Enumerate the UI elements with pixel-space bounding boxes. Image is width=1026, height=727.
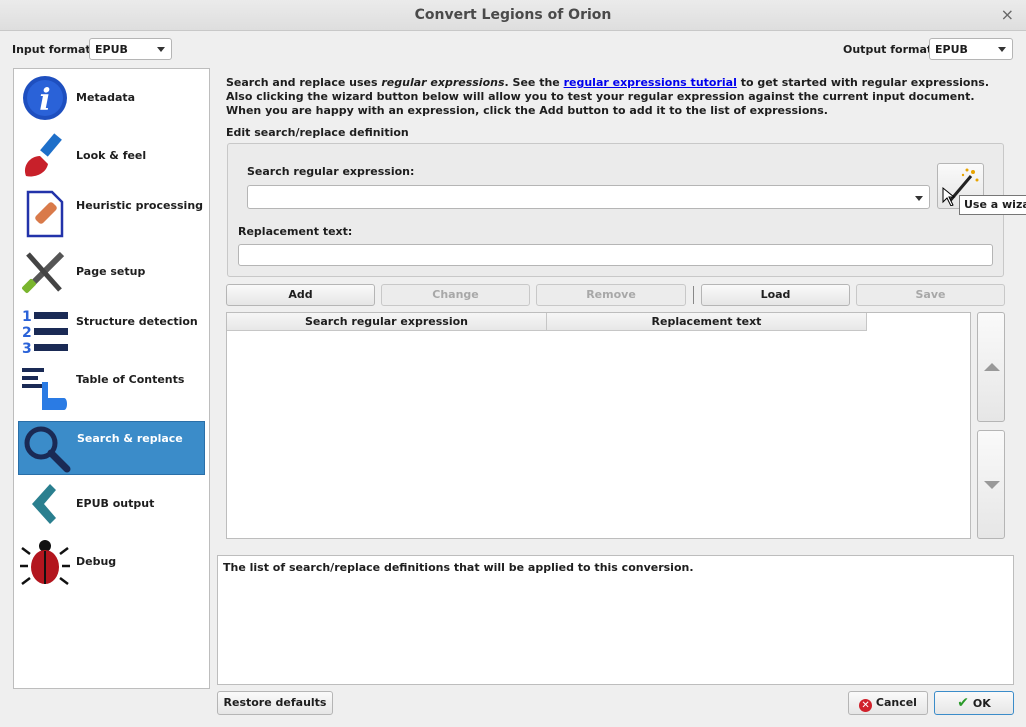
arrow-down-icon xyxy=(984,481,1000,489)
sidebar-item-label: Metadata xyxy=(76,91,136,104)
tools-icon xyxy=(22,251,65,293)
svg-text:i: i xyxy=(39,83,50,118)
output-format-select[interactable]: EPUB xyxy=(929,38,1013,60)
column-header-search[interactable]: Search regular expression xyxy=(227,313,547,331)
sidebar-item-look-and-feel[interactable]: Look & feel xyxy=(18,129,205,183)
change-button[interactable]: Change xyxy=(381,284,530,306)
search-regex-label: Search regular expression: xyxy=(247,165,415,178)
sidebar-item-heuristic-processing[interactable]: Heuristic processing xyxy=(18,187,205,241)
svg-text:2: 2 xyxy=(22,325,32,341)
regex-tutorial-link[interactable]: regular expressions tutorial xyxy=(564,76,737,89)
info-icon: i xyxy=(23,76,67,120)
edit-group-title: Edit search/replace definition xyxy=(226,126,409,139)
chevron-down-icon[interactable] xyxy=(915,196,923,201)
bandage-icon xyxy=(26,190,64,238)
input-format-value: EPUB xyxy=(95,43,128,56)
wizard-tooltip: Use a wizard xyxy=(959,195,1026,215)
cancel-icon: ✕ xyxy=(859,699,873,712)
search-regex-input[interactable] xyxy=(247,185,930,209)
remove-button[interactable]: Remove xyxy=(536,284,686,306)
output-format-value: EPUB xyxy=(935,43,968,56)
toolbar-separator xyxy=(693,286,694,304)
definitions-table[interactable]: Search regular expression Replacement te… xyxy=(226,312,971,539)
restore-defaults-button[interactable]: Restore defaults xyxy=(217,691,333,715)
window-title: Convert Legions of Orion xyxy=(414,7,612,23)
replacement-text-input[interactable] xyxy=(238,244,993,266)
svg-text:1: 1 xyxy=(22,309,32,325)
sidebar-item-label: Heuristic processing xyxy=(76,199,204,212)
column-header-replacement[interactable]: Replacement text xyxy=(547,313,867,331)
sidebar-item-label: Debug xyxy=(76,555,117,568)
numbered-list-icon: 1 2 3 xyxy=(22,309,68,354)
sidebar-item-search-replace[interactable]: Search & replace xyxy=(18,421,205,475)
checkmark-icon: ✔ xyxy=(957,695,969,711)
load-button[interactable]: Load xyxy=(701,284,850,306)
sidebar-item-metadata[interactable]: i Metadata xyxy=(18,71,205,125)
svg-text:3: 3 xyxy=(22,341,32,354)
title-bar: Convert Legions of Orion × xyxy=(0,0,1026,31)
toc-hand-icon xyxy=(22,368,67,410)
help-text: The list of search/replace definitions t… xyxy=(223,561,694,574)
chevron-down-icon xyxy=(157,47,165,52)
sidebar: i Metadata Look & feel Heuristic process… xyxy=(13,68,210,689)
help-text-box: The list of search/replace definitions t… xyxy=(217,555,1014,685)
sidebar-item-label: Search & replace xyxy=(77,432,183,445)
move-down-button[interactable] xyxy=(977,430,1005,539)
sidebar-item-page-setup[interactable]: Page setup xyxy=(18,245,205,299)
sidebar-item-label: Look & feel xyxy=(76,149,147,162)
sidebar-item-label: EPUB output xyxy=(76,497,155,510)
sidebar-item-debug[interactable]: Debug xyxy=(18,535,205,589)
save-button[interactable]: Save xyxy=(856,284,1005,306)
input-format-label: Input format: xyxy=(12,43,96,56)
output-format-label: Output format: xyxy=(843,43,937,56)
chevron-left-icon xyxy=(32,484,56,524)
ok-button[interactable]: ✔ OK xyxy=(934,691,1014,715)
description-text: Search and replace uses regular expressi… xyxy=(226,76,990,117)
sidebar-item-epub-output[interactable]: EPUB output xyxy=(18,477,205,531)
add-button[interactable]: Add xyxy=(226,284,375,306)
replacement-text-label: Replacement text: xyxy=(238,225,353,238)
brush-icon xyxy=(24,133,62,177)
sidebar-item-label: Page setup xyxy=(76,265,146,278)
input-format-select[interactable]: EPUB xyxy=(89,38,172,60)
arrow-up-icon xyxy=(984,363,1000,371)
sidebar-item-structure-detection[interactable]: 1 2 3 Structure detection xyxy=(18,303,205,357)
cancel-button[interactable]: ✕ Cancel xyxy=(848,691,928,715)
sidebar-item-table-of-contents[interactable]: Table of Contents xyxy=(18,361,205,415)
magnifier-icon xyxy=(24,426,71,473)
move-up-button[interactable] xyxy=(977,312,1005,422)
cancel-label: Cancel xyxy=(875,696,917,709)
ok-label: OK xyxy=(972,697,991,710)
sidebar-item-label: Table of Contents xyxy=(76,373,185,386)
chevron-down-icon xyxy=(998,47,1006,52)
sidebar-item-label: Structure detection xyxy=(76,315,198,328)
close-icon[interactable]: × xyxy=(1001,5,1014,24)
bug-icon xyxy=(20,540,70,585)
